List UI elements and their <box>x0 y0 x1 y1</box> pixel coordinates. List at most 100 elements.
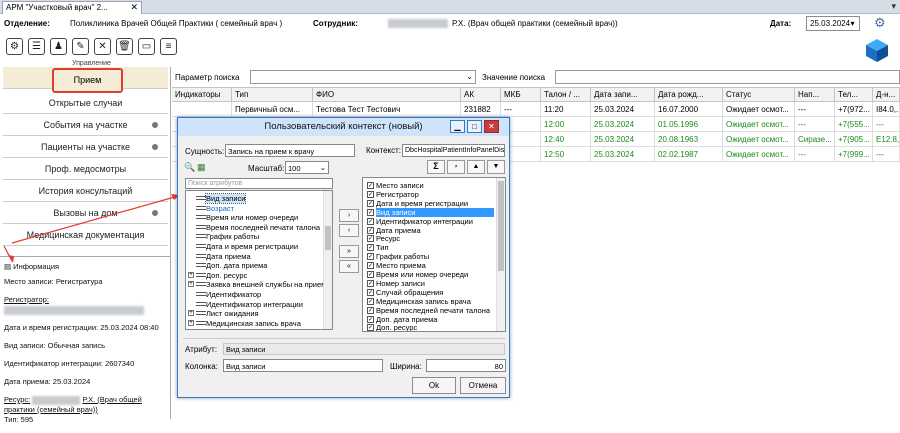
context-item[interactable]: Идентификатор интеграции <box>376 217 473 226</box>
checkbox[interactable]: ✓ <box>367 315 374 323</box>
checkbox[interactable]: ✓ <box>367 226 374 234</box>
context-item[interactable]: Медицинская запись врача <box>376 297 471 306</box>
context-item[interactable]: Место записи <box>376 181 424 190</box>
scroll-thumb[interactable] <box>325 226 331 250</box>
close-icon[interactable]: ✕ <box>130 2 138 13</box>
col-dn[interactable]: Д-н... <box>873 87 900 102</box>
table-row[interactable]: Первичный осм... Тестова Тест Тестович 231… <box>172 102 900 117</box>
tree-item[interactable]: Время или номер очереди <box>206 213 298 222</box>
param-select[interactable]: ⌄ <box>250 70 476 84</box>
nav-item-med-docs[interactable]: Медицинская документация <box>3 224 168 246</box>
context-item[interactable]: График работы <box>376 252 429 261</box>
column-input[interactable]: Вид записи <box>223 359 383 372</box>
tree-item[interactable]: Возраст <box>206 204 234 213</box>
tree-item[interactable]: Медицинская запись врача <box>206 319 301 328</box>
context-item[interactable]: Случай обращения <box>376 288 443 297</box>
context-item[interactable]: Регистратор <box>376 190 419 199</box>
expand-icon[interactable]: + <box>188 310 194 317</box>
width-input[interactable]: 80 <box>426 359 506 372</box>
nav-item-priem-label[interactable]: Прием <box>52 68 123 93</box>
col-talon[interactable]: Талон / ... <box>541 87 591 102</box>
context-item[interactable]: Вид записи <box>376 207 494 217</box>
checkbox[interactable]: ✓ <box>367 279 374 287</box>
col-tel[interactable]: Тел... <box>835 87 873 102</box>
tree-item[interactable]: Вид записи <box>204 193 247 204</box>
app-tab[interactable]: АРМ "Участковый врач" 2... ✕ <box>2 1 142 14</box>
calendar-dropdown-icon[interactable]: ▾ <box>846 16 860 31</box>
cancel-button[interactable]: Отмена <box>460 377 506 394</box>
nav-item-home-calls[interactable]: Вызовы на дом <box>3 202 168 224</box>
checkbox[interactable]: ✓ <box>367 190 374 198</box>
move-all-left-button[interactable]: « <box>339 260 359 273</box>
col-type[interactable]: Тип <box>232 87 313 102</box>
tree-item[interactable]: Доп. дата приема <box>206 261 267 270</box>
attribute-tree[interactable]: Вид записи Возраст Время или номер очереди… <box>185 190 333 330</box>
ok-button[interactable]: Ok <box>412 377 456 394</box>
checkbox[interactable]: ✓ <box>367 182 374 189</box>
attr-search-input[interactable]: Поиск атрибутов <box>185 178 333 189</box>
tree-item[interactable]: Идентификатор интеграции <box>206 300 303 309</box>
context-item[interactable]: Время или номер очереди <box>376 270 468 279</box>
col-fio[interactable]: ФИО <box>313 87 461 102</box>
checkbox[interactable]: ✓ <box>367 199 374 207</box>
checkbox[interactable]: ✓ <box>367 271 374 278</box>
context-item[interactable]: Тип <box>376 243 389 252</box>
checkbox[interactable]: ✓ <box>367 324 374 331</box>
checkbox[interactable]: ✓ <box>367 244 374 252</box>
checkbox[interactable]: ✓ <box>367 217 374 225</box>
checkbox[interactable]: ✓ <box>367 288 374 296</box>
edit-button[interactable]: ⸗ <box>447 160 465 174</box>
expand-icon[interactable]: + <box>188 281 194 288</box>
tree-scrollbar[interactable] <box>323 191 332 329</box>
col-birth[interactable]: Дата рожд... <box>655 87 723 102</box>
nav-item-patients[interactable]: Пациенты на участке <box>3 136 168 158</box>
checkbox[interactable]: ✓ <box>367 297 374 305</box>
scale-select[interactable]: 100 ⌄ <box>285 161 329 174</box>
move-all-right-button[interactable]: » <box>339 245 359 258</box>
monitor-edit-icon[interactable]: ✎ <box>72 38 89 55</box>
trash-icon[interactable]: 🗑 <box>116 38 133 55</box>
context-scrollbar[interactable] <box>496 178 505 331</box>
grid-icon[interactable]: ▦ <box>197 162 206 173</box>
nav-item-consult[interactable]: История консультаций <box>3 180 168 202</box>
tree-item[interactable]: Доп. ресурс <box>206 271 247 280</box>
calendar-delete-icon[interactable]: ✕ <box>94 38 111 55</box>
tree-item[interactable]: Заявка внешней службы на прием <box>206 280 326 289</box>
move-down-button[interactable]: ▼ <box>487 160 505 174</box>
users-icon[interactable]: ♟ <box>50 38 67 55</box>
checkbox[interactable]: ✓ <box>367 208 374 216</box>
col-indicators[interactable]: Индикаторы <box>172 87 232 102</box>
context-item[interactable]: Дата и время регистрации <box>376 199 468 208</box>
context-field[interactable]: DbcHospitalPatientInfoPanelDistr <box>402 144 505 157</box>
search-input[interactable] <box>555 70 900 84</box>
registrar-label[interactable]: Регистратор: <box>4 295 49 304</box>
col-status[interactable]: Статус <box>723 87 795 102</box>
minimize-icon[interactable]: ▁ <box>450 120 465 133</box>
nav-item-prof[interactable]: Проф. медосмотры <box>3 158 168 180</box>
scroll-thumb[interactable] <box>498 181 504 271</box>
chevron-down-icon[interactable]: ▾ <box>891 1 896 12</box>
tree-item[interactable]: Дата и время регистрации <box>206 242 298 251</box>
expand-icon[interactable]: + <box>188 319 194 326</box>
close-icon[interactable]: ✕ <box>484 120 499 133</box>
col-nap[interactable]: Нап... <box>795 87 835 102</box>
context-list[interactable]: ✓ Место записи ✓ Регистратор ✓ Дата и время р… <box>362 177 506 332</box>
move-left-button[interactable]: ‹ <box>339 224 359 237</box>
tree-item[interactable]: Идентификатор <box>206 290 261 299</box>
context-item[interactable]: Ресурс <box>376 234 400 243</box>
sum-button[interactable]: Σ <box>427 160 445 174</box>
checkbox[interactable]: ✓ <box>367 306 374 314</box>
tree-item[interactable]: График работы <box>206 232 259 241</box>
col-date[interactable]: Дата запи... <box>591 87 655 102</box>
maximize-icon[interactable]: □ <box>467 120 482 133</box>
tree-item[interactable]: Время последней печати талона <box>206 223 320 232</box>
gear-icon[interactable]: ⚙ <box>874 15 886 31</box>
context-item[interactable]: Место приема <box>376 261 426 270</box>
tree-item[interactable]: Дата приема <box>206 252 251 261</box>
checkbox[interactable]: ✓ <box>367 253 374 261</box>
col-mkb[interactable]: МКБ <box>501 87 541 102</box>
resource-label[interactable]: Ресурс: <box>4 395 30 404</box>
context-item[interactable]: Номер записи <box>376 279 425 288</box>
checkbox[interactable]: ✓ <box>367 235 374 243</box>
nav-item-events[interactable]: События на участке <box>3 114 168 136</box>
